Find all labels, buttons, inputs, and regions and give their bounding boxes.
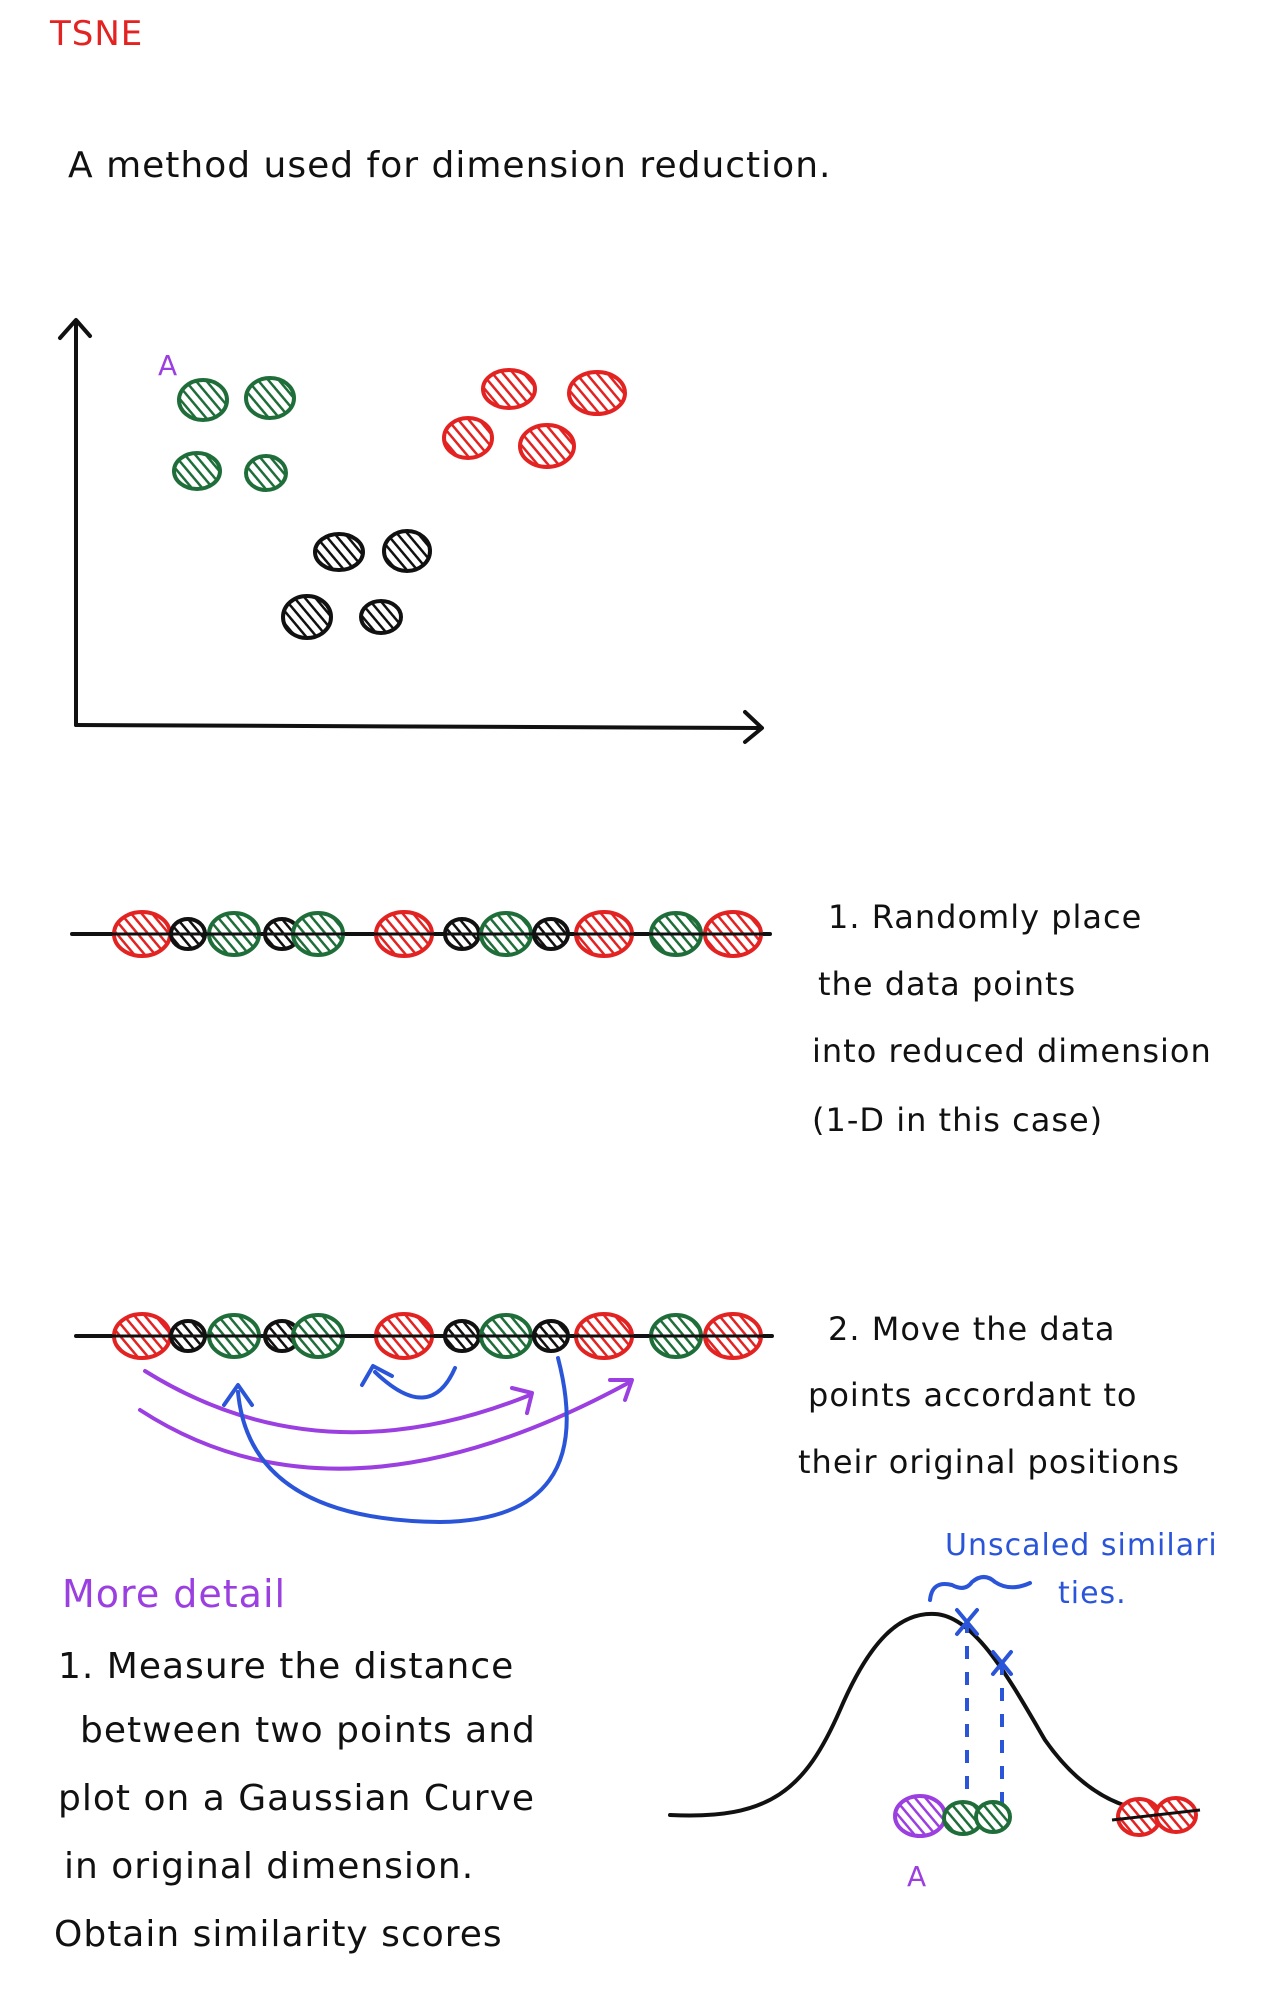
blue-arrow-long [236, 1356, 569, 1524]
scatter-point [244, 454, 288, 492]
gaussian-point-a-label: A [907, 1860, 926, 1893]
reduced-line-2-points [76, 1312, 772, 1360]
scatter-point [281, 594, 333, 640]
scatter-point-label: A [158, 349, 177, 382]
step1-line-4: (1-D in this case) [812, 1101, 1104, 1139]
scatter-cluster-black [281, 529, 432, 640]
step1-line-2: the data points [818, 965, 1077, 1003]
step1-line-3: into reduced dimension [812, 1032, 1212, 1070]
scatter-point [313, 532, 365, 572]
step2-line-3: their original positions [798, 1443, 1180, 1481]
step1-line-1: 1. Randomly place [828, 898, 1143, 936]
scatter-point [481, 368, 537, 410]
scatter-point [172, 451, 222, 491]
detail-line-3: plot on a Gaussian Curve [58, 1778, 536, 1819]
scatter-point [244, 376, 296, 420]
step2-line-1: 2. Move the data [828, 1310, 1116, 1348]
similarity-annotation-line-2: ties. [1058, 1576, 1127, 1611]
step2-line-2: points accordant to [808, 1376, 1138, 1414]
scatter-point [567, 370, 627, 416]
scatter-point [442, 416, 494, 460]
detail-line-1: 1. Measure the distance [58, 1646, 515, 1687]
gaussian-point [974, 1800, 1012, 1834]
gaussian-curve [668, 1611, 1197, 1818]
scatter-point [359, 599, 403, 635]
detail-line-5: Obtain similarity scores [54, 1914, 503, 1955]
purple-arrow-wide [138, 1380, 632, 1471]
detail-line-4: in original dimension. [64, 1846, 475, 1887]
similarity-brace [928, 1575, 1032, 1602]
more-detail-heading: More detail [62, 1572, 287, 1616]
movement-arrows [138, 1356, 634, 1524]
gaussian-point-a [893, 1794, 947, 1838]
similarity-annotation-line-1: Unscaled similari [945, 1528, 1218, 1563]
detail-line-2: between two points and [80, 1710, 536, 1751]
scatter-cluster-red [442, 368, 627, 469]
diagram-canvas: A A [58, 318, 1201, 1893]
gaussian-plot: A [668, 1575, 1201, 1893]
scatter-cluster-green [172, 376, 296, 492]
scatter-point [177, 378, 229, 422]
scatter-point [382, 529, 432, 573]
purple-arrow-long [143, 1369, 532, 1435]
reduced-line-1-points [72, 910, 770, 958]
scatter-point [518, 423, 576, 469]
